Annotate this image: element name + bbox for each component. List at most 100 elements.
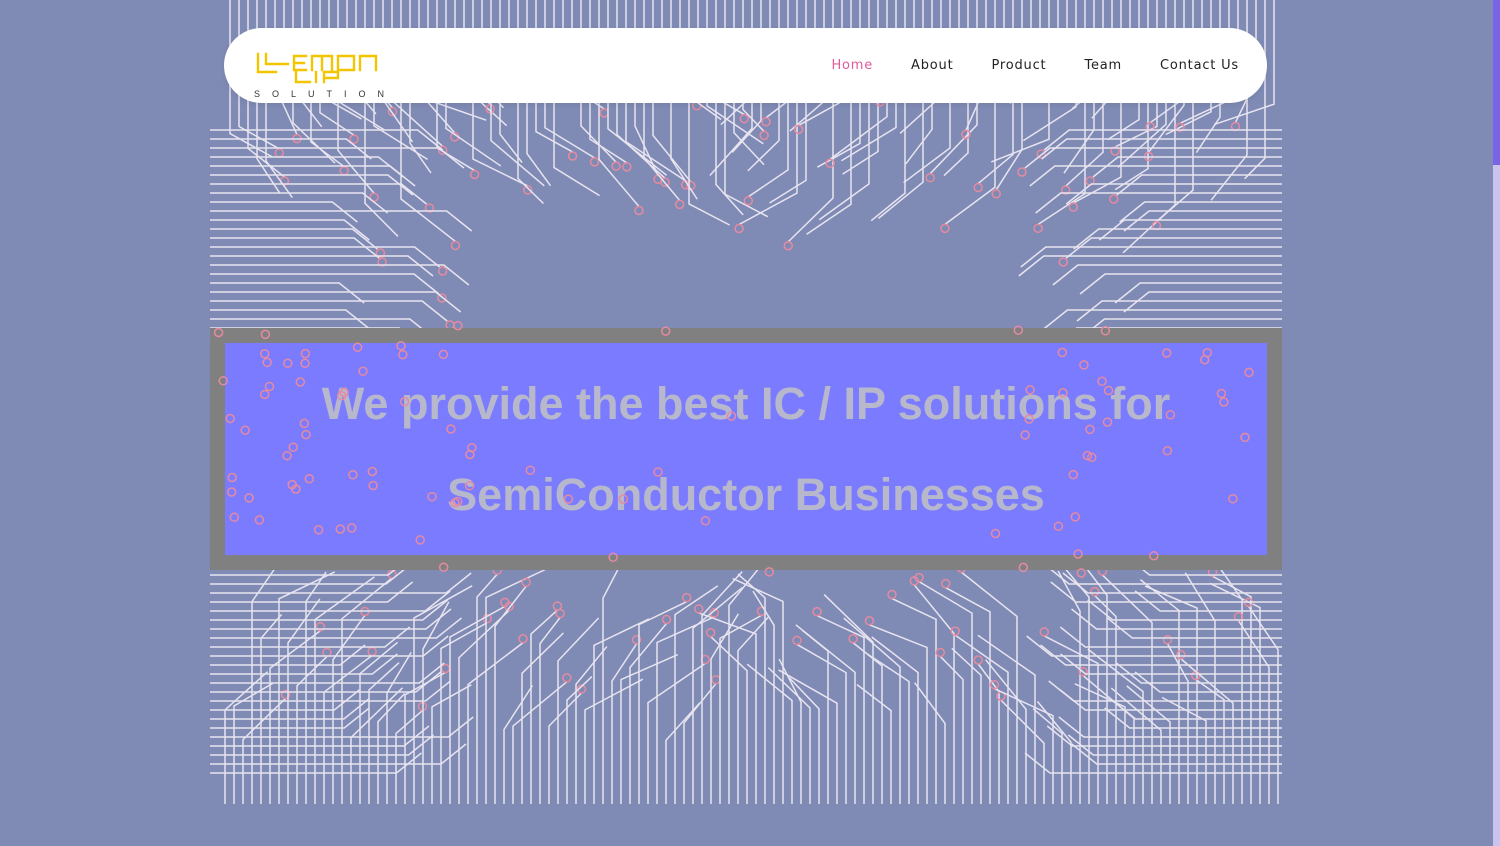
circuit-trace (1101, 574, 1153, 804)
circuit-trace (1032, 708, 1063, 804)
circuit-trace (1065, 183, 1282, 205)
circuit-pad (973, 655, 984, 665)
circuit-pad (743, 196, 754, 206)
circuit-trace (945, 587, 991, 804)
circuit-pad (1039, 627, 1050, 637)
nav-contact-us[interactable]: Contact Us (1160, 58, 1239, 73)
circuit-pad (634, 205, 644, 216)
circuit-pad (367, 646, 377, 657)
circuit-trace (1106, 617, 1282, 639)
circuit-trace (210, 608, 452, 630)
circuit-trace (210, 309, 372, 331)
nav-about[interactable]: About (911, 58, 953, 73)
hero-headline: We provide the best IC / IP solutions fo… (225, 343, 1267, 555)
circuit-pad (792, 635, 802, 646)
circuit-trace (665, 702, 701, 804)
circuit-pad (1191, 670, 1201, 681)
circuit-trace (503, 685, 534, 804)
circuit-trace (305, 571, 327, 804)
circuit-trace (788, 677, 820, 804)
scrollbar-track[interactable] (1493, 0, 1500, 846)
circuit-trace (856, 684, 892, 804)
circuit-pad (1017, 167, 1027, 177)
circuit-pad (940, 578, 951, 589)
circuit-trace (210, 228, 378, 250)
circuit-trace (1217, 564, 1243, 804)
circuit-trace (746, 663, 793, 804)
circuit-trace (1123, 210, 1282, 232)
circuit-trace (1062, 572, 1282, 594)
circuit-trace (701, 571, 743, 804)
circuit-pad (1162, 634, 1173, 645)
circuit-trace (1074, 683, 1126, 804)
circuit-trace (323, 654, 373, 804)
circuit-pad (681, 592, 692, 603)
circuit-trace (210, 246, 441, 268)
circuit-trace (210, 201, 358, 223)
scrollbar-thumb[interactable] (1493, 0, 1500, 165)
circuit-trace (1065, 237, 1282, 259)
headline-line-1: We provide the best IC / IP solutions fo… (321, 378, 1171, 429)
circuit-trace (1076, 300, 1282, 322)
main-nav: Home About Product Team Contact Us (831, 28, 1239, 103)
circuit-trace (1067, 734, 1282, 756)
nav-team[interactable]: Team (1084, 58, 1122, 73)
circuit-trace (210, 138, 372, 160)
circuit-trace (386, 652, 412, 804)
circuit-trace (210, 581, 414, 603)
circuit-trace (1018, 255, 1282, 277)
circuit-pad (1033, 223, 1043, 234)
circuit-pad (339, 165, 349, 176)
lemon-lip-logo-icon (256, 52, 378, 84)
headline-line-2: SemiConductor Businesses (447, 469, 1045, 520)
circuit-trace (801, 629, 829, 804)
hero-banner: We provide the best IC / IP solutions fo… (210, 328, 1282, 570)
circuit-pad (925, 172, 935, 183)
circuit-pad (864, 616, 875, 626)
circuit-trace (1024, 752, 1282, 774)
company-logo[interactable]: SOLUTION (254, 50, 404, 102)
circuit-trace (939, 655, 964, 804)
circuit-trace (1126, 685, 1171, 804)
circuit-pad (322, 647, 332, 658)
circuit-pad (940, 223, 950, 234)
circuit-pad (274, 148, 285, 158)
circuit-pad (611, 161, 621, 171)
circuit-trace (210, 572, 472, 594)
circuit-trace (1082, 675, 1135, 804)
circuit-pad (1090, 586, 1100, 597)
circuit-pad (761, 117, 771, 127)
circuit-pad (848, 633, 858, 644)
circuit-trace (341, 577, 393, 804)
circuit-pad (812, 606, 822, 617)
circuit-trace (816, 614, 865, 804)
circuit-trace (575, 646, 608, 804)
circuit-pad (1108, 194, 1119, 204)
circuit-pad (562, 673, 572, 683)
circuit-trace (796, 643, 847, 804)
circuit-trace (1123, 291, 1282, 313)
circuit-trace (1048, 680, 1282, 702)
nav-product[interactable]: Product (991, 58, 1046, 73)
circuit-trace (210, 264, 470, 286)
circuit-trace (210, 300, 448, 322)
circuit-pad (440, 663, 451, 674)
circuit-pad (599, 108, 609, 118)
circuit-trace (210, 282, 365, 304)
circuit-trace (1098, 219, 1282, 241)
circuit-trace (1144, 585, 1198, 804)
circuit-trace (210, 219, 370, 241)
circuit-trace (1247, 605, 1279, 804)
circuit-pad (518, 634, 528, 644)
nav-home[interactable]: Home (831, 58, 873, 73)
circuit-trace (914, 682, 946, 804)
circuit-trace (377, 692, 406, 804)
circuit-trace (296, 655, 328, 804)
circuit-trace (1052, 264, 1282, 286)
circuit-trace (1073, 228, 1282, 250)
circuit-pad (555, 608, 565, 619)
circuit-trace (210, 662, 445, 684)
circuit-pad (567, 151, 578, 161)
circuit-trace (210, 174, 414, 196)
circuit-pad (734, 223, 744, 234)
